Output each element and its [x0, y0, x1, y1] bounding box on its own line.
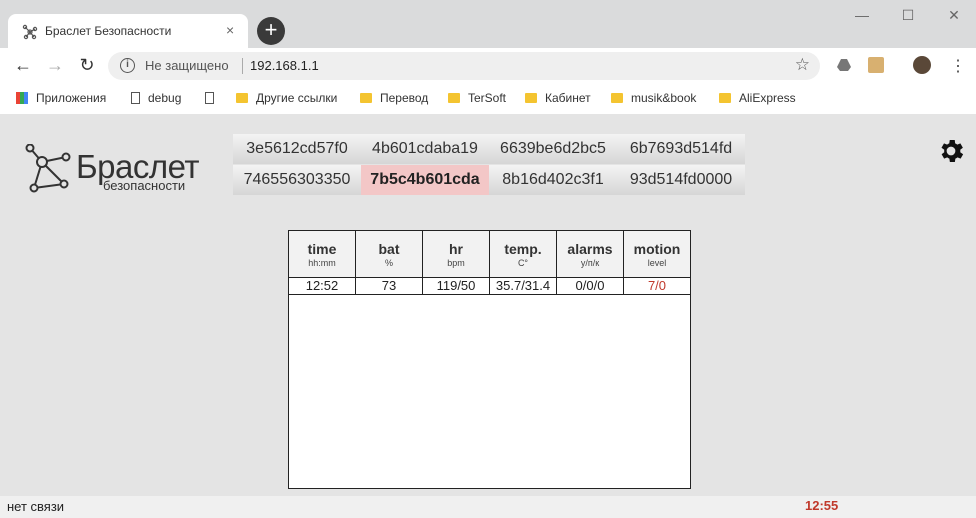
profile-avatar[interactable]: [913, 56, 931, 74]
device-button[interactable]: 8b16d402c3f1: [489, 165, 617, 195]
page-content: Браслет безопасности 3e5612cd57f0 4b601c…: [0, 114, 976, 496]
device-selector: 3e5612cd57f0 4b601cdaba19 6639be6d2bc5 6…: [233, 134, 745, 196]
column-header-time[interactable]: time hh:mm: [289, 231, 356, 278]
info-icon[interactable]: i: [120, 58, 135, 73]
device-button[interactable]: 3e5612cd57f0: [233, 134, 361, 164]
url-text[interactable]: 192.168.1.1: [250, 58, 319, 73]
bookmark-tersoft[interactable]: TerSoft: [448, 91, 506, 105]
bookmark-musik[interactable]: musik&book: [611, 91, 696, 105]
bracelet-logo-icon: [22, 24, 38, 40]
bookmark-page[interactable]: [205, 91, 222, 105]
column-unit: %: [384, 258, 393, 268]
column-label: temp.: [504, 241, 542, 257]
status-time: 12:55: [805, 498, 839, 513]
browser-tab[interactable]: Браслет Безопасности ×: [8, 14, 248, 48]
device-button[interactable]: 6639be6d2bc5: [489, 134, 617, 164]
bookmark-translate[interactable]: Перевод: [360, 91, 428, 105]
folder-icon: [360, 93, 372, 103]
browser-menu-icon[interactable]: ⋮: [950, 56, 966, 76]
column-header-temp[interactable]: temp. C°: [490, 231, 557, 278]
back-icon[interactable]: ←: [12, 54, 34, 76]
cell-temp: 35.7/31.4: [490, 278, 557, 295]
column-header-hr[interactable]: hr bpm: [423, 231, 490, 278]
page-icon: [131, 92, 140, 104]
bookmark-label: Перевод: [380, 91, 429, 105]
bookmarks-bar: Приложения debug Другие ссылки Перевод T…: [0, 82, 976, 114]
bookmark-label: TerSoft: [468, 91, 507, 105]
cell-hr: 119/50: [423, 278, 490, 295]
bookmark-label: Другие ссылки: [256, 91, 338, 105]
security-label[interactable]: Не защищено: [145, 58, 229, 73]
new-tab-button[interactable]: +: [257, 17, 285, 45]
cell-motion: 7/0: [624, 278, 690, 295]
tab-close-icon[interactable]: ×: [226, 22, 234, 38]
omnibox-divider: [242, 58, 243, 74]
cell-time: 12:52: [289, 278, 356, 295]
minimize-icon[interactable]: —: [852, 7, 872, 23]
logo-subtitle: безопасности: [103, 178, 186, 193]
device-button[interactable]: 6b7693d514fd: [617, 134, 745, 164]
column-label: bat: [378, 241, 400, 257]
folder-icon: [611, 93, 623, 103]
app-logo: Браслет безопасности: [24, 144, 204, 194]
bookmark-aliexpress[interactable]: AliExpress: [719, 91, 796, 105]
browser-titlebar: Браслет Безопасности × + — ☐ ✕: [0, 0, 976, 48]
folder-icon: [525, 93, 537, 103]
address-bar[interactable]: i Не защищено 192.168.1.1 ☆: [108, 52, 820, 80]
bookmark-label: Приложения: [36, 91, 107, 105]
apps-icon: [16, 92, 28, 104]
column-label: hr: [449, 241, 463, 257]
column-label: time: [307, 241, 337, 257]
close-window-icon[interactable]: ✕: [944, 7, 964, 24]
maximize-icon[interactable]: ☐: [898, 7, 918, 24]
device-button-selected[interactable]: 7b5c4b601cda: [361, 165, 489, 195]
bookmark-label: AliExpress: [739, 91, 796, 105]
settings-gear-icon[interactable]: [936, 136, 966, 166]
folder-icon: [448, 93, 460, 103]
forward-icon[interactable]: →: [44, 54, 66, 76]
status-bar: нет связи 12:55: [0, 496, 976, 518]
bookmark-label: debug: [148, 91, 182, 105]
device-button[interactable]: 93d514fd0000: [617, 165, 745, 195]
device-button[interactable]: 746556303350: [233, 165, 361, 195]
page-icon: [205, 92, 214, 104]
network-logo-icon: [25, 144, 71, 193]
column-header-motion[interactable]: motion level: [624, 231, 690, 278]
column-unit: C°: [517, 258, 529, 268]
folder-icon: [719, 93, 731, 103]
bookmark-label: Кабинет: [545, 91, 591, 105]
column-label: motion: [633, 241, 681, 257]
bookmark-cabinet[interactable]: Кабинет: [525, 91, 591, 105]
device-button[interactable]: 4b601cdaba19: [361, 134, 489, 164]
cell-bat: 73: [356, 278, 423, 295]
connection-status: нет связи: [7, 499, 65, 514]
folder-icon: [236, 93, 248, 103]
extension-icon[interactable]: [868, 57, 884, 73]
drive-extension-icon[interactable]: [836, 57, 852, 73]
column-header-alarms[interactable]: alarms у/п/к: [557, 231, 624, 278]
bookmark-debug[interactable]: debug: [131, 91, 181, 105]
reload-icon[interactable]: ↻: [76, 54, 98, 76]
column-header-bat[interactable]: bat %: [356, 231, 423, 278]
browser-toolbar: ← → ↻ i Не защищено 192.168.1.1 ☆: [0, 48, 976, 82]
tab-title: Браслет Безопасности: [45, 24, 172, 38]
telemetry-table: time hh:mm bat % hr bpm temp. C° alarms …: [288, 230, 691, 489]
column-unit: bpm: [447, 258, 465, 268]
column-label: alarms: [567, 241, 613, 257]
column-unit: hh:mm: [308, 258, 336, 268]
column-unit: level: [647, 258, 667, 268]
bookmark-label: musik&book: [631, 91, 697, 105]
bookmark-star-icon[interactable]: ☆: [795, 55, 810, 75]
bookmark-apps[interactable]: Приложения: [16, 91, 106, 105]
bookmark-other-links[interactable]: Другие ссылки: [236, 91, 337, 105]
cell-alarms: 0/0/0: [557, 278, 624, 295]
column-unit: у/п/к: [580, 258, 600, 268]
